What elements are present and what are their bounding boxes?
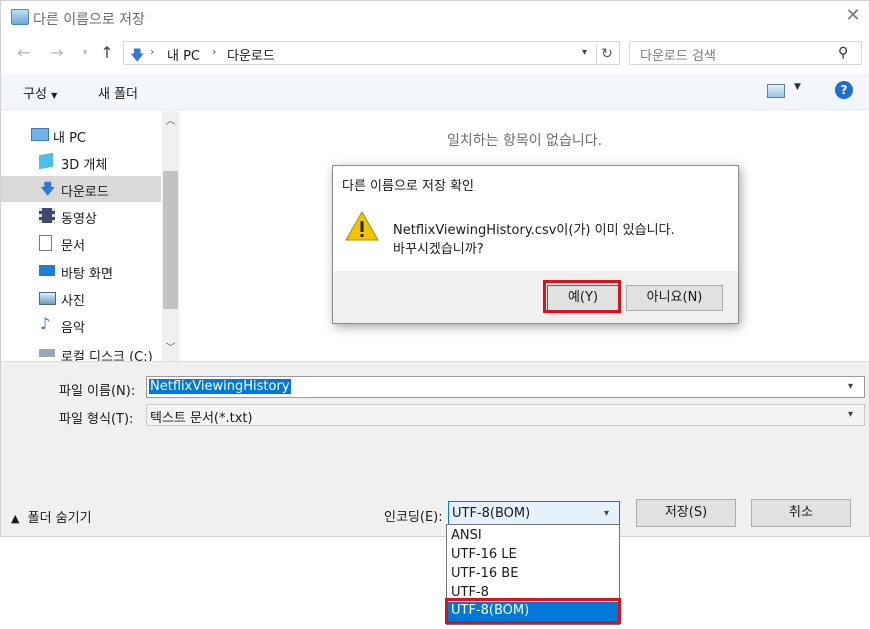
chevron-down-icon[interactable]: ▾: [848, 409, 853, 420]
sidebar-item-documents[interactable]: 문서: [1, 230, 161, 256]
search-icon[interactable]: ⚲: [838, 45, 848, 61]
close-icon[interactable]: ✕: [843, 6, 863, 26]
sidebar-item-label: 3D 개체: [61, 158, 108, 173]
breadcrumb-separator-icon: ›: [150, 45, 155, 58]
dialog-title: 다른 이름으로 저장 확인: [342, 179, 474, 194]
refresh-icon[interactable]: ↻: [596, 44, 617, 64]
sidebar-item-desktop[interactable]: 바탕 화면: [1, 258, 161, 284]
chevron-down-icon[interactable]: ▼: [794, 82, 801, 92]
breadcrumb-downloads[interactable]: 다운로드: [227, 45, 275, 64]
sidebar-item-label: 음악: [61, 321, 85, 336]
cancel-button[interactable]: 취소: [751, 499, 851, 527]
no-button[interactable]: 아니요(N): [626, 285, 723, 311]
music-icon: ♪: [40, 314, 51, 333]
command-toolbar: 구성 ▼ 새 폴더 ▼ ?: [1, 73, 869, 110]
back-arrow-icon[interactable]: ←: [15, 43, 33, 63]
title-bar: 다른 이름으로 저장 ✕: [1, 1, 869, 35]
download-icon: 🡇: [40, 180, 56, 198]
address-bar[interactable]: 🡇 › 내 PC › 다운로드 ▾ ↻: [123, 41, 620, 65]
sidebar-item-3d-objects[interactable]: 3D 개체: [1, 149, 161, 175]
chevron-up-icon: ▲: [11, 512, 20, 525]
up-arrow-icon[interactable]: ↑: [98, 43, 116, 63]
chevron-down-icon: ▼: [51, 91, 58, 100]
filename-label: 파일 이름(N):: [59, 384, 136, 399]
sidebar-item-label: 로컬 디스크 (C:): [61, 350, 153, 361]
video-icon: [39, 208, 55, 223]
encoding-option-utf16le[interactable]: UTF-16 LE: [451, 547, 517, 562]
chevron-down-icon[interactable]: ﹀: [162, 341, 179, 357]
desktop-icon: [39, 265, 55, 276]
save-button[interactable]: 저장(S): [636, 499, 736, 527]
chevron-down-icon[interactable]: ▾: [604, 508, 609, 519]
navigation-pane: 내 PC 3D 개체 🡇 다운로드 동영상 문서 바탕 화면 사진 ♪ 음악 로…: [1, 111, 181, 361]
sidebar-item-music[interactable]: ♪ 음악: [1, 312, 161, 338]
encoding-select[interactable]: UTF-8(BOM) ▾: [448, 501, 620, 526]
warning-icon: [345, 210, 379, 241]
filetype-value: 텍스트 문서(*.txt): [150, 411, 253, 426]
search-input[interactable]: 다운로드 검색 ⚲: [629, 41, 862, 65]
sidebar-item-label: 다운로드: [61, 185, 109, 200]
filetype-label: 파일 형식(T):: [59, 412, 134, 427]
sidebar-item-label: 바탕 화면: [61, 267, 113, 282]
encoding-option-ansi[interactable]: ANSI: [451, 528, 482, 543]
picture-icon: [39, 292, 56, 305]
breadcrumb-separator-icon: ›: [212, 45, 217, 58]
highlight-box: [543, 280, 621, 313]
notepad-icon: [11, 9, 29, 25]
sidebar-item-label: 사진: [61, 294, 85, 309]
recent-chevron-icon[interactable]: ▾: [76, 43, 94, 63]
search-placeholder: 다운로드 검색: [640, 49, 716, 64]
encoding-option-utf16be[interactable]: UTF-16 BE: [451, 566, 518, 581]
filename-value: NetflixViewingHistory: [149, 379, 291, 394]
download-icon: 🡇: [130, 48, 145, 64]
sidebar-item-pictures[interactable]: 사진: [1, 285, 161, 311]
sidebar-item-local-disk[interactable]: 로컬 디스크 (C:): [1, 341, 161, 361]
hide-folders-label: 폴더 숨기기: [27, 511, 92, 526]
forward-arrow-icon[interactable]: →: [48, 43, 66, 63]
cube-icon: [39, 152, 53, 170]
confirm-overwrite-dialog: 다른 이름으로 저장 확인 NetflixViewingHistory.csv이…: [332, 165, 739, 324]
chevron-up-icon[interactable]: ︿: [162, 114, 179, 130]
highlight-box: [445, 598, 621, 624]
dialog-button-bar: 예(Y) 아니요(N): [333, 271, 738, 323]
organize-label: 구성: [23, 87, 47, 102]
chevron-down-icon[interactable]: ▾: [848, 381, 853, 392]
encoding-label: 인코딩(E):: [384, 510, 443, 525]
sidebar-item-label: 내 PC: [53, 131, 87, 146]
sidebar-item-label: 동영상: [61, 212, 97, 227]
sidebar-item-label: 문서: [61, 239, 85, 254]
sidebar-item-videos[interactable]: 동영상: [1, 203, 161, 229]
sidebar-item-this-pc[interactable]: 내 PC: [1, 122, 161, 148]
view-options-icon[interactable]: [767, 84, 785, 98]
pc-icon: [31, 128, 49, 141]
window-title: 다른 이름으로 저장: [33, 12, 145, 28]
organize-menu[interactable]: 구성 ▼: [23, 83, 57, 102]
sidebar-item-downloads[interactable]: 🡇 다운로드: [1, 176, 161, 202]
filename-field[interactable]: NetflixViewingHistory ▾: [146, 376, 865, 398]
disk-icon: [39, 349, 55, 357]
empty-folder-message: 일치하는 항목이 없습니다.: [447, 133, 603, 149]
dialog-message-line1: NetflixViewingHistory.csv이(가) 이미 있습니다.: [393, 223, 675, 238]
new-folder-button[interactable]: 새 폴더: [98, 83, 138, 102]
help-icon[interactable]: ?: [835, 81, 853, 99]
encoding-value: UTF-8(BOM): [452, 506, 531, 521]
hide-folders-button[interactable]: ▲ 폴더 숨기기: [11, 507, 92, 526]
breadcrumb-pc[interactable]: 내 PC: [167, 45, 200, 64]
chevron-down-icon[interactable]: ▾: [582, 47, 587, 58]
dialog-message-line2: 바꾸시겠습니까?: [393, 242, 484, 257]
filetype-select[interactable]: 텍스트 문서(*.txt) ▾: [146, 404, 865, 426]
save-form-panel: 파일 이름(N): NetflixViewingHistory ▾ 파일 형식(…: [1, 361, 869, 536]
document-icon: [39, 235, 52, 251]
scrollbar-thumb[interactable]: [163, 171, 178, 309]
